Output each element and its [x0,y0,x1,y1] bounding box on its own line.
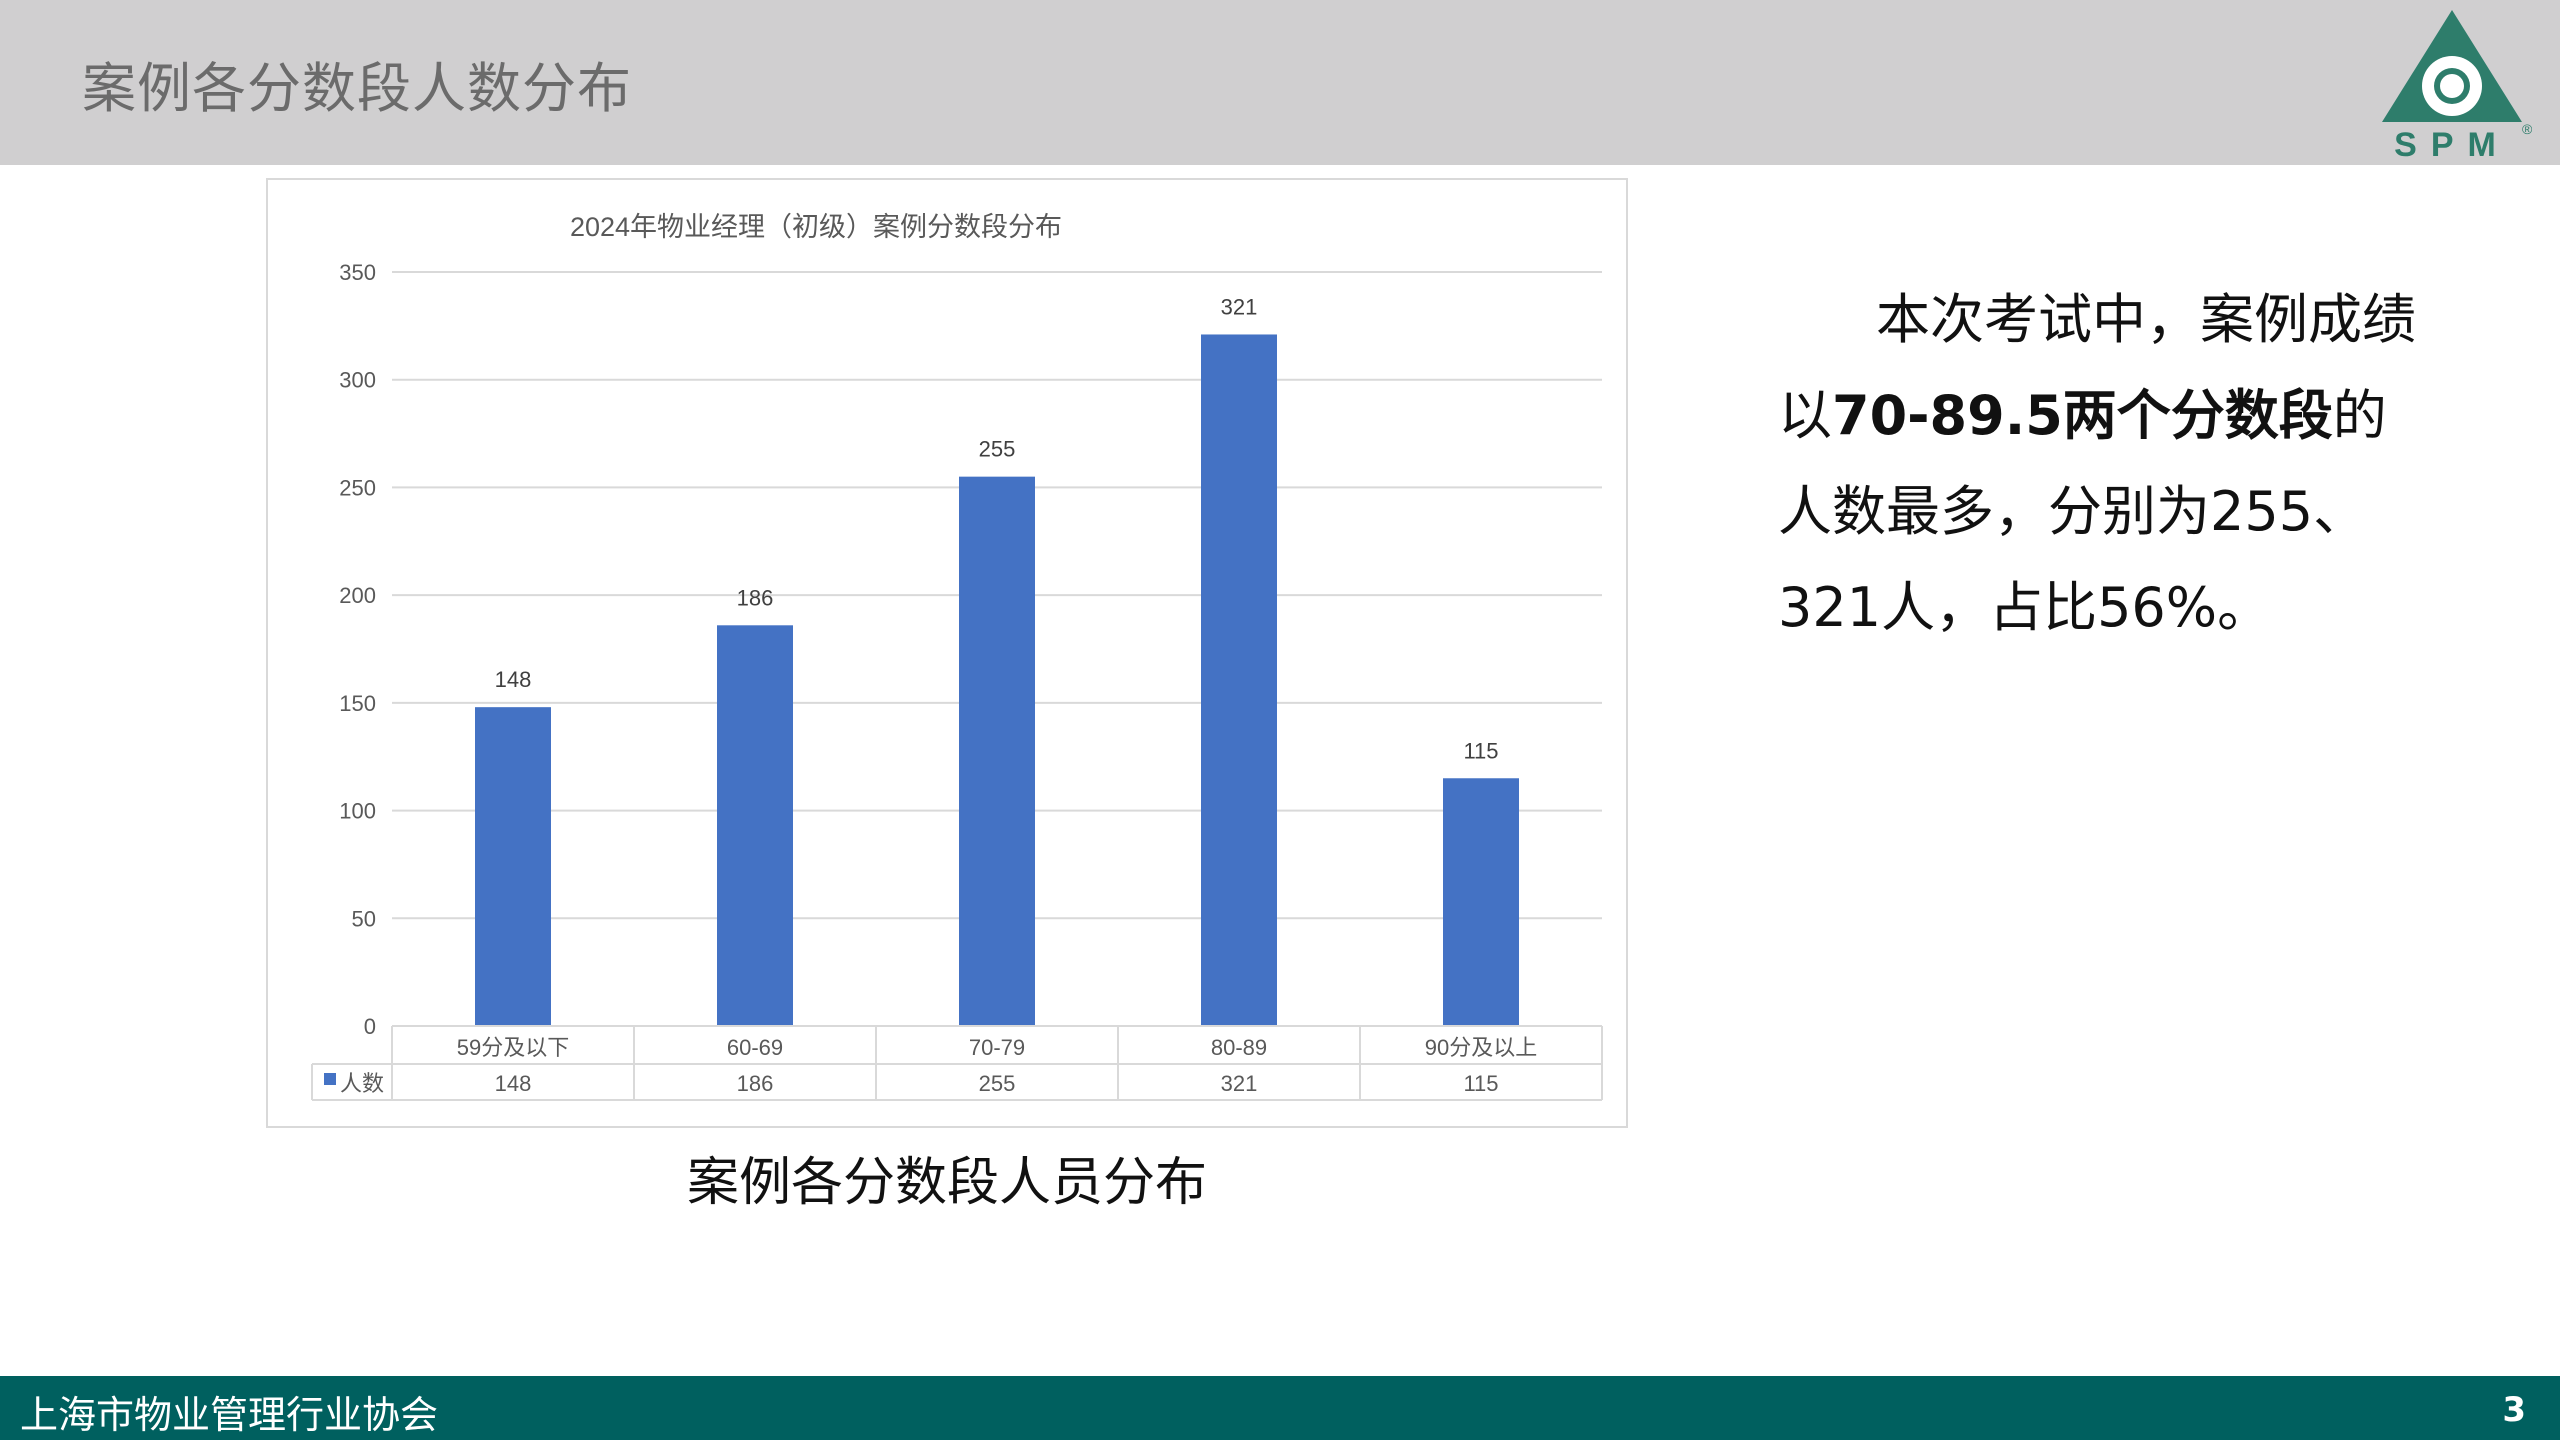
data-label: 148 [495,667,532,692]
bar [717,625,793,1026]
x-category-label: 80-89 [1211,1035,1267,1060]
bar-chart: 2024年物业经理（初级）案例分数段分布 0 50 100 150 200 250 300 35… [311,212,1603,1101]
description-bold: 70-89.5两个分数段 [1832,384,2333,447]
bar [959,476,1035,1027]
chart-container: 2024年物业经理（初级）案例分数段分布 0 50 100 150 200 250 300 35… [266,178,1628,1128]
x-category-label: 59分及以下 [457,1035,569,1060]
x-category-label: 90分及以上 [1425,1035,1537,1060]
legend-key [324,1073,336,1085]
x-category-label: 70-79 [969,1035,1025,1060]
data-label: 115 [1463,738,1498,763]
header-bar: 案例各分数段人数分布 SPM ® [0,0,2560,165]
table-value: 148 [495,1071,532,1096]
bar [475,707,551,1026]
x-category-label: 60-69 [727,1035,783,1060]
bar [1443,778,1519,1026]
table-value: 186 [737,1071,774,1096]
logo-registered-mark: ® [2522,121,2532,137]
chart-caption: 案例各分数段人员分布 [686,1153,1207,1213]
page-title: 案例各分数段人数分布 [82,57,632,120]
y-tick-label: 100 [339,799,376,824]
table-value: 321 [1221,1071,1258,1096]
data-label: 321 [1221,294,1258,319]
bar [1201,334,1277,1026]
table-value: 115 [1463,1071,1498,1096]
data-label: 186 [737,585,774,610]
y-tick-label: 200 [339,583,376,608]
spm-logo: SPM ® [2382,10,2532,164]
y-tick-label: 350 [339,260,376,285]
footer-bar: 上海市物业管理行业协会 3 [0,1376,2560,1440]
chart-title: 2024年物业经理（初级）案例分数段分布 [570,212,1062,242]
legend-label: 人数 [340,1071,384,1096]
footer-org-name: 上海市物业管理行业协会 [20,1393,439,1437]
logo-text: SPM [2394,126,2510,164]
page-number: 3 [2502,1390,2526,1430]
description-text: 本次考试中，案例成绩以70-89.5两个分数段的人数最多，分别为255、321人… [1778,272,2428,656]
y-tick-label: 50 [352,906,376,931]
y-tick-label: 150 [339,691,376,716]
y-tick-label: 250 [339,475,376,500]
data-label: 255 [979,437,1016,462]
table-value: 255 [979,1071,1016,1096]
y-tick-label: 0 [364,1014,376,1039]
y-tick-label: 300 [339,368,376,393]
